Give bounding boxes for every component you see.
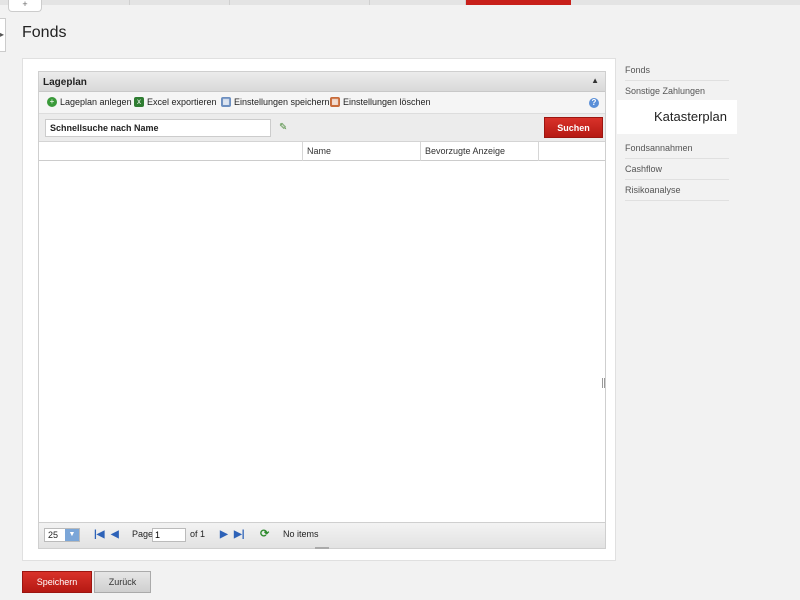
table-delete-icon: ▦ (330, 97, 340, 107)
resize-handle[interactable] (602, 378, 605, 388)
sidenav-item-cashflow[interactable]: Cashflow (625, 159, 729, 180)
column-header-preferred-display[interactable]: Bevorzugte Anzeige (421, 142, 539, 161)
next-page-icon[interactable]: ▶ (220, 529, 228, 540)
delete-settings-label: Einstellungen löschen (343, 97, 431, 107)
sidenav-item-sonstige-zahlungen[interactable]: Sonstige Zahlungen (625, 81, 729, 102)
lageplan-grid: Lageplan ▲ + Lageplan anlegen x Excel ex… (38, 71, 606, 549)
page-title: Fonds (22, 24, 67, 41)
add-icon: + (47, 97, 57, 107)
page-label: Page (132, 529, 154, 539)
save-settings-label: Einstellungen speichern (234, 97, 330, 107)
save-settings-button[interactable]: ▦ Einstellungen speichern (221, 97, 330, 107)
plus-icon: + (22, 0, 28, 9)
add-lageplan-label: Lageplan anlegen (60, 97, 132, 107)
grid-body (39, 164, 605, 523)
grid-title: Lageplan (43, 77, 87, 88)
search-button[interactable]: Suchen (544, 117, 603, 138)
filter-icon[interactable]: ✎ (279, 122, 291, 134)
pager-resize-grip[interactable] (315, 547, 329, 549)
last-page-icon[interactable]: ▶| (234, 529, 245, 540)
add-lageplan-button[interactable]: + Lageplan anlegen (47, 97, 132, 107)
sidenav-item-fonds[interactable]: Fonds (625, 60, 729, 81)
sidenav-item-katasterplan[interactable]: Katasterplan (617, 100, 737, 134)
top-strip (0, 0, 800, 5)
column-header[interactable] (539, 142, 605, 161)
content-panel: Lageplan ▲ + Lageplan anlegen x Excel ex… (22, 58, 616, 561)
column-header[interactable] (39, 142, 303, 161)
sidenav-item-fondsannahmen[interactable]: Fondsannahmen (625, 138, 729, 159)
quick-search-input[interactable] (45, 119, 271, 137)
page-total-label: of 1 (190, 529, 206, 539)
table-save-icon: ▦ (221, 97, 231, 107)
page-size-select[interactable]: 25 ▼ (44, 528, 80, 542)
pager-status: No items (283, 529, 319, 539)
grid-header: Lageplan ▲ (39, 72, 605, 92)
collapse-icon[interactable]: ▲ (591, 76, 599, 85)
top-strip-segment[interactable] (370, 0, 466, 5)
search-bar: ✎ Suchen (39, 114, 605, 142)
page-number-input[interactable] (152, 528, 186, 542)
arrow-right-icon: ▸ (0, 30, 5, 39)
sidenav-item-risikoanalyse[interactable]: Risikoanalyse (625, 180, 729, 201)
help-icon[interactable]: ? (589, 98, 599, 108)
side-expand-handle[interactable]: ▸ (0, 18, 6, 52)
excel-export-label: Excel exportieren (147, 97, 217, 107)
excel-export-button[interactable]: x Excel exportieren (134, 97, 217, 107)
grid-toolbar: + Lageplan anlegen x Excel exportieren ▦… (39, 92, 605, 114)
back-button[interactable]: Zurück (94, 571, 151, 593)
previous-page-icon[interactable]: ◀ (111, 529, 119, 540)
chevron-down-icon: ▼ (65, 529, 79, 541)
pager: 25 ▼ |◀ ◀ Page of 1 ▶ ▶| ⟳ No items (39, 522, 605, 549)
excel-icon: x (134, 97, 144, 107)
delete-settings-button[interactable]: ▦ Einstellungen löschen (330, 97, 431, 107)
top-strip-segment[interactable] (130, 0, 230, 5)
first-page-icon[interactable]: |◀ (94, 529, 105, 540)
top-strip-segment[interactable] (230, 0, 370, 5)
page-size-value: 25 (48, 530, 59, 540)
refresh-icon[interactable]: ⟳ (260, 527, 269, 540)
top-strip-active-tab[interactable] (466, 0, 571, 5)
save-button[interactable]: Speichern (22, 571, 92, 593)
column-header-name[interactable]: Name (303, 142, 421, 161)
column-header-row: Name Bevorzugte Anzeige (39, 142, 605, 161)
top-expand-tab[interactable]: + (8, 0, 42, 12)
